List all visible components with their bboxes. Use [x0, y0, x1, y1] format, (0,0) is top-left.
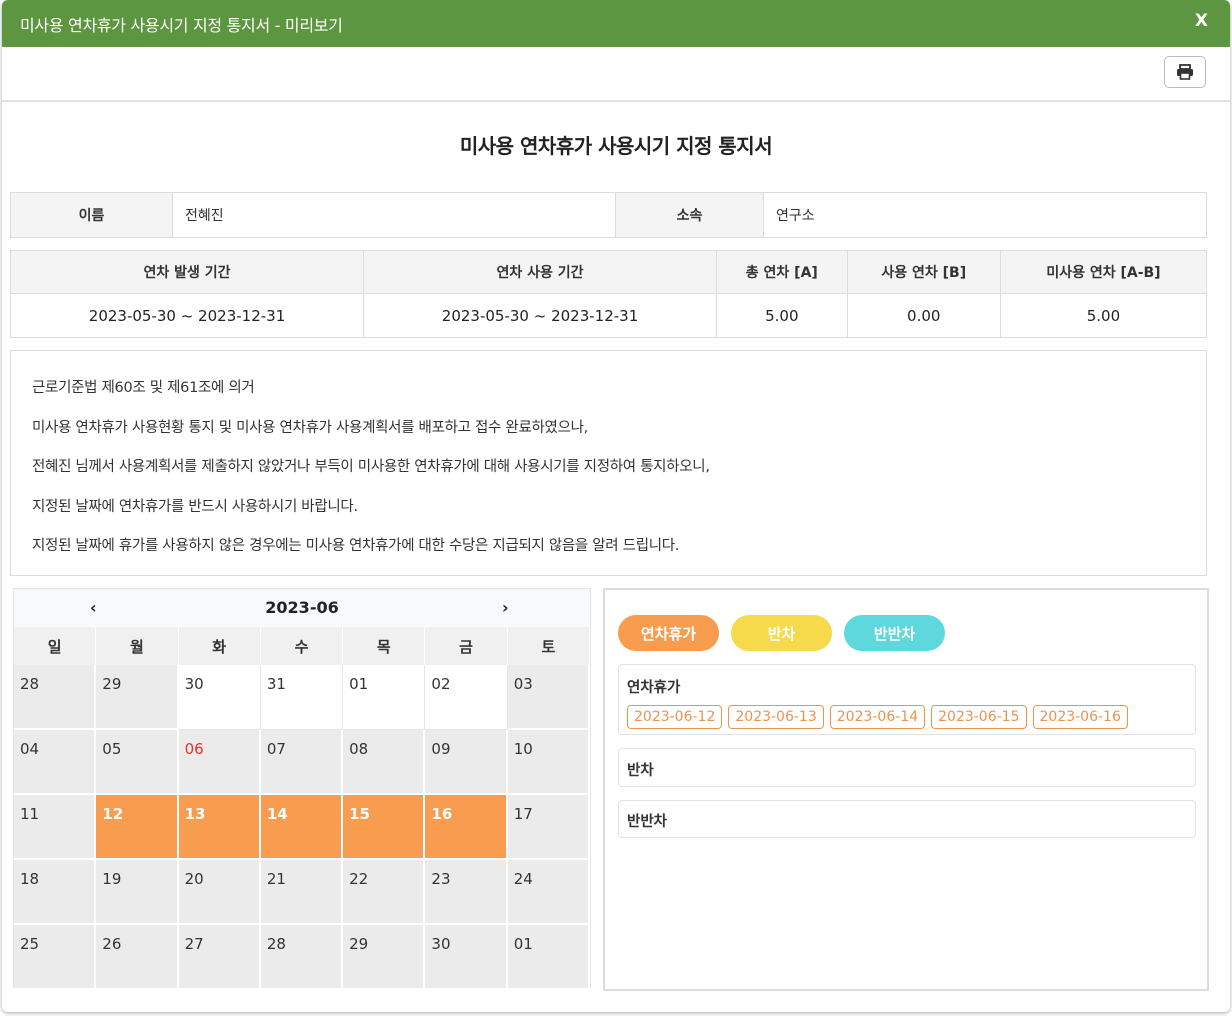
- calendar-day[interactable]: 16: [425, 795, 508, 860]
- weekday-header: 일: [14, 627, 97, 665]
- calendar-day[interactable]: 31: [260, 665, 344, 730]
- calendar-day[interactable]: 30: [425, 925, 508, 990]
- stats-header: 연차 사용 기간: [363, 250, 718, 294]
- notice-line: 지정된 날짜에 휴가를 사용하지 않은 경우에는 미사용 연차휴가에 대한 수당…: [32, 538, 680, 554]
- stats-header: 미사용 연차 [A-B]: [999, 250, 1208, 294]
- stats-header: 사용 연차 [B]: [846, 250, 1001, 294]
- calendar-grid: 일 월 화 수 목 금 토 28 29 30 31 01 02 03 04 05 06 07 08 09 10 11 12 1…: [14, 627, 590, 990]
- name-label: 이름: [10, 192, 173, 238]
- stats-value: 0.00: [846, 293, 1001, 338]
- calendar-day[interactable]: 01: [343, 665, 426, 730]
- calendar-day[interactable]: 27: [178, 925, 261, 990]
- notice-line: 지정된 날짜에 연차휴가를 반드시 사용하시기 바랍니다.: [32, 498, 358, 515]
- calendar-day[interactable]: 20: [178, 860, 261, 925]
- preview-modal: 미사용 연차휴가 사용시기 지정 통지서 - 미리보기 X 미사용 연차휴가 사…: [2, 0, 1230, 1012]
- calendar-day[interactable]: 04: [14, 730, 97, 795]
- calendar-day[interactable]: 13: [178, 795, 261, 860]
- annual-leave-box: 연차휴가 2023-06-12 2023-06-13 2023-06-14 2023-…: [618, 664, 1196, 735]
- calendar-day[interactable]: 17: [507, 795, 590, 860]
- weekday-header: 월: [96, 627, 179, 665]
- calendar-day[interactable]: 01: [507, 925, 590, 990]
- calendar-day[interactable]: 23: [425, 860, 508, 925]
- calendar-day[interactable]: 06: [178, 730, 261, 795]
- calendar-day[interactable]: 12: [96, 795, 179, 860]
- notice-line: 미사용 연차휴가 사용현황 통지 및 미사용 연차휴가 사용계획서를 배포하고 …: [32, 419, 588, 436]
- dept-label: 소속: [615, 192, 764, 238]
- calendar-day[interactable]: 29: [96, 665, 179, 730]
- calendar-day[interactable]: 08: [343, 730, 426, 795]
- legend-pill[interactable]: 반차: [731, 615, 832, 651]
- quarter-leave-title: 반반차: [627, 814, 668, 830]
- employee-info-table: 이름 전혜진 소속 연구소: [10, 192, 1207, 238]
- calendar-day[interactable]: 10: [507, 730, 590, 795]
- calendar: ‹ 2023-06 › 일 월 화 수 목 금 토 28 29 30 31 01 02 03 04 05 06 0…: [13, 588, 591, 990]
- half-leave-title: 반차: [627, 763, 654, 779]
- legend-pill[interactable]: 반반차: [844, 615, 945, 651]
- calendar-day[interactable]: 11: [14, 795, 97, 860]
- calendar-day[interactable]: 24: [507, 860, 590, 925]
- calendar-day[interactable]: 03: [507, 665, 590, 730]
- calendar-day[interactable]: 30: [178, 665, 261, 730]
- weekday-header: 금: [425, 627, 508, 665]
- leave-date-tag[interactable]: 2023-06-15: [931, 705, 1027, 729]
- weekday-header: 토: [507, 627, 590, 665]
- weekday-header: 수: [260, 627, 344, 665]
- leave-summary-panel: 연차휴가 반차 반반차 연차휴가 2023-06-12 2023-06-13 2023-…: [603, 588, 1209, 991]
- document-title: 미사용 연차휴가 사용시기 지정 통지서: [459, 134, 773, 158]
- calendar-day[interactable]: 14: [260, 795, 344, 860]
- calendar-day[interactable]: 28: [14, 665, 97, 730]
- stats-header: 연차 발생 기간: [9, 250, 365, 294]
- half-leave-box: 반차: [618, 748, 1196, 787]
- legend-pill[interactable]: 연차휴가: [618, 615, 719, 651]
- modal-title: 미사용 연차휴가 사용시기 지정 통지서 - 미리보기: [20, 15, 343, 35]
- quarter-leave-box: 반반차: [618, 800, 1196, 838]
- modal-titlebar: 미사용 연차휴가 사용시기 지정 통지서 - 미리보기 X: [2, 0, 1230, 47]
- stats-header: 총 연차 [A]: [716, 250, 848, 294]
- notice-text-box: 근로기준법 제60조 및 제61조에 의거 미사용 연차휴가 사용현황 통지 및…: [10, 350, 1207, 576]
- calendar-day[interactable]: 18: [14, 860, 97, 925]
- leave-date-tag[interactable]: 2023-06-16: [1032, 705, 1128, 729]
- calendar-day[interactable]: 29: [343, 925, 426, 990]
- stats-value: 5.00: [999, 293, 1208, 338]
- weekday-header: 목: [343, 627, 426, 665]
- notice-line: 근로기준법 제60조 및 제61조에 의거: [32, 380, 255, 396]
- weekday-header: 화: [178, 627, 261, 665]
- notice-line: 전혜진 님께서 사용계획서를 제출하지 않았거나 부득이 미사용한 연차휴가에 …: [32, 459, 710, 475]
- calendar-day[interactable]: 02: [425, 665, 508, 730]
- calendar-day[interactable]: 21: [260, 860, 344, 925]
- calendar-day[interactable]: 25: [14, 925, 97, 990]
- name-value: 전혜진: [172, 192, 616, 238]
- calendar-day[interactable]: 26: [96, 925, 179, 990]
- stats-value: 2023-05-30 ~ 2023-12-31: [9, 293, 365, 338]
- annual-leave-dates: 2023-06-12 2023-06-13 2023-06-14 2023-06-15…: [627, 705, 1195, 729]
- calendar-day[interactable]: 22: [343, 860, 426, 925]
- calendar-day[interactable]: 19: [96, 860, 179, 925]
- stats-value: 5.00: [716, 293, 848, 338]
- toolbar: [2, 47, 1230, 102]
- printer-icon: [1177, 64, 1193, 80]
- next-month-button[interactable]: ›: [502, 598, 509, 617]
- leave-type-legend: 연차휴가 반차 반반차: [618, 615, 945, 651]
- calendar-day[interactable]: 07: [260, 730, 344, 795]
- calendar-day[interactable]: 05: [96, 730, 179, 795]
- calendar-day[interactable]: 28: [260, 925, 344, 990]
- close-icon[interactable]: X: [1195, 11, 1208, 31]
- print-button[interactable]: [1164, 56, 1206, 88]
- calendar-day[interactable]: 15: [343, 795, 426, 860]
- calendar-nav: ‹ 2023-06 ›: [14, 589, 590, 627]
- leave-stats-table: 연차 발생 기간 연차 사용 기간 총 연차 [A] 사용 연차 [B] 미사용…: [9, 250, 1208, 338]
- leave-date-tag[interactable]: 2023-06-14: [829, 705, 926, 729]
- leave-date-tag[interactable]: 2023-06-13: [728, 705, 824, 729]
- leave-date-tag[interactable]: 2023-06-12: [627, 705, 723, 729]
- stats-value: 2023-05-30 ~ 2023-12-31: [363, 293, 718, 338]
- dept-value: 연구소: [763, 192, 1207, 238]
- calendar-day[interactable]: 09: [425, 730, 508, 795]
- annual-leave-title: 연차휴가: [627, 680, 681, 696]
